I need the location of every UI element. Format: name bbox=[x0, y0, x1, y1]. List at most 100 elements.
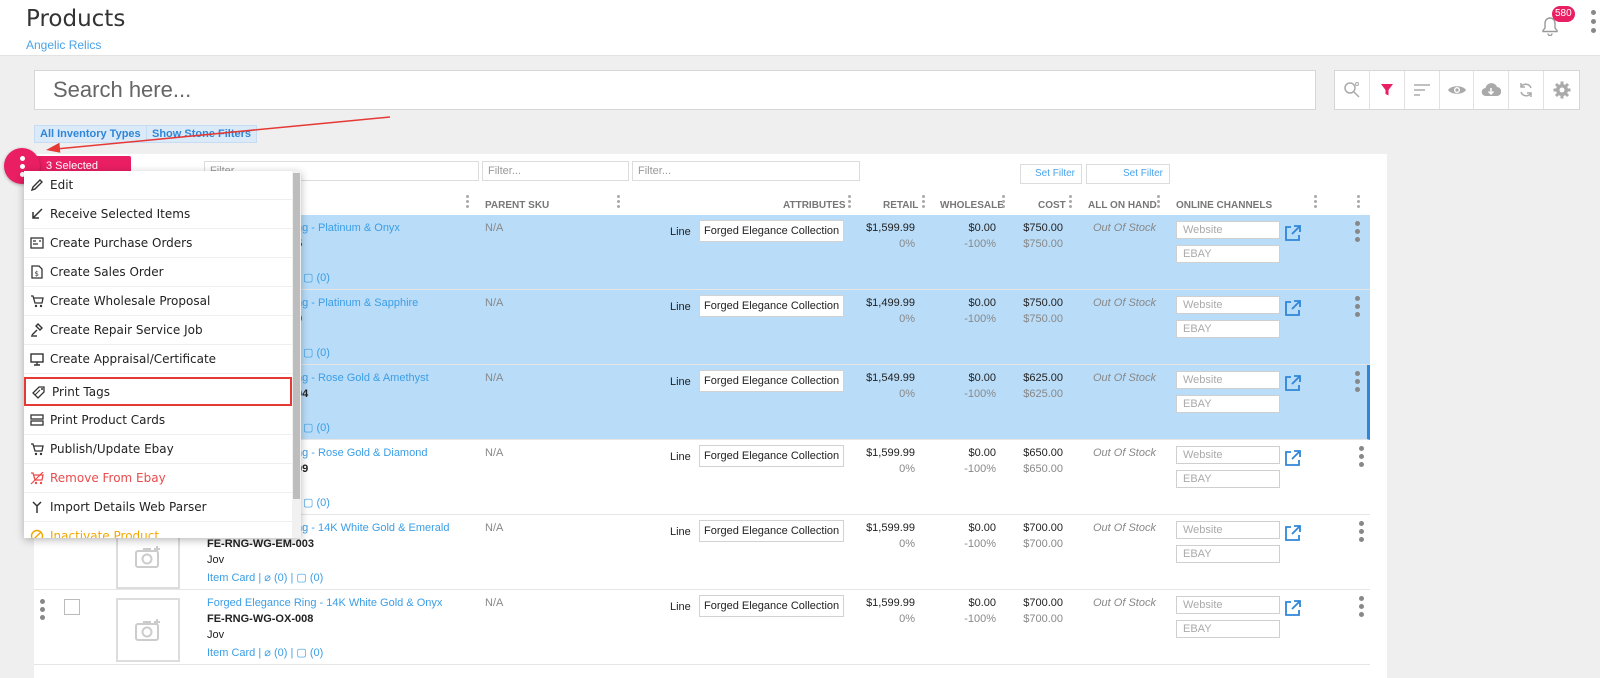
menu-item-repair-job[interactable]: Create Repair Service Job bbox=[24, 316, 292, 345]
col-online-channels[interactable]: ONLINE CHANNELS bbox=[1176, 200, 1272, 211]
col-all-on-hand[interactable]: ALL ON HAND bbox=[1088, 200, 1157, 211]
col-attributes[interactable]: ATTRIBUTES bbox=[783, 200, 846, 211]
menu-item-inactivate[interactable]: Inactivate Product bbox=[24, 522, 292, 538]
col-retail[interactable]: RETAIL bbox=[883, 200, 918, 211]
website-channel[interactable]: Website bbox=[1176, 446, 1280, 464]
menu-item-edit[interactable]: Edit bbox=[24, 171, 292, 200]
menu-item-publish-ebay[interactable]: Publish/Update Ebay bbox=[24, 435, 292, 464]
product-name-link[interactable]: ng - 14K White Gold & Emerald bbox=[296, 522, 449, 534]
cost-price: $700.00 bbox=[1023, 522, 1063, 534]
cost-price-avg: $650.00 bbox=[1023, 463, 1063, 475]
menu-item-appraisal[interactable]: Create Appraisal/Certificate bbox=[24, 345, 292, 374]
website-channel[interactable]: Website bbox=[1176, 596, 1280, 614]
menu-item-wholesale-proposal[interactable]: Create Wholesale Proposal bbox=[24, 287, 292, 316]
comments-link[interactable]: ▢ (0) bbox=[303, 496, 330, 509]
row-actions-icon[interactable] bbox=[1359, 596, 1364, 620]
external-link-icon[interactable] bbox=[1284, 524, 1302, 542]
external-link-icon[interactable] bbox=[1284, 224, 1302, 242]
attribute-label: Line bbox=[670, 526, 691, 538]
col-wholesale[interactable]: WHOLESALE bbox=[940, 200, 1004, 211]
row-actions-icon[interactable] bbox=[1359, 521, 1364, 545]
comments-link[interactable]: ▢ (0) bbox=[303, 421, 330, 434]
cost-set-filter[interactable]: Set Filter bbox=[1086, 164, 1170, 184]
external-link-icon[interactable] bbox=[1284, 374, 1302, 392]
cloud-download-icon[interactable] bbox=[1474, 71, 1510, 109]
tags-icon bbox=[26, 385, 52, 399]
column-resize-handle[interactable] bbox=[1157, 195, 1160, 209]
menu-scrollbar[interactable] bbox=[292, 171, 301, 538]
column-resize-handle[interactable] bbox=[1069, 195, 1072, 209]
ebay-channel[interactable]: EBAY bbox=[1176, 620, 1280, 638]
parent-sku-filter-input[interactable]: Filter... bbox=[482, 161, 629, 181]
website-channel[interactable]: Website bbox=[1176, 221, 1280, 239]
wholesale-price: $0.00 bbox=[968, 372, 996, 384]
menu-item-print-tags[interactable]: Print Tags bbox=[24, 377, 292, 406]
row-actions-icon[interactable] bbox=[1359, 446, 1364, 470]
column-resize-handle[interactable] bbox=[617, 195, 620, 209]
purchase-order-icon bbox=[24, 237, 50, 249]
website-channel[interactable]: Website bbox=[1176, 296, 1280, 314]
website-channel[interactable]: Website bbox=[1176, 371, 1280, 389]
comments-link[interactable]: ▢ (0) bbox=[303, 346, 330, 359]
wholesale-margin: -100% bbox=[964, 313, 996, 325]
column-resize-handle[interactable] bbox=[1314, 195, 1317, 209]
menu-item-purchase-orders[interactable]: Create Purchase Orders bbox=[24, 229, 292, 258]
column-resize-handle[interactable] bbox=[922, 195, 925, 209]
settings-gear-icon[interactable] bbox=[1544, 71, 1579, 109]
col-parent-sku[interactable]: PARENT SKU bbox=[485, 200, 549, 211]
pencil-icon bbox=[24, 178, 50, 192]
filter-icon[interactable] bbox=[1370, 71, 1405, 109]
menu-item-product-cards[interactable]: Print Product Cards bbox=[24, 406, 292, 435]
product-name-link[interactable]: ng - Rose Gold & Diamond bbox=[296, 447, 427, 459]
external-link-icon[interactable] bbox=[1284, 299, 1302, 317]
row-actions-icon[interactable] bbox=[1355, 296, 1360, 320]
item-card-links[interactable]: Item Card | ⌀ (0) | ▢ (0) bbox=[207, 571, 323, 584]
row-actions-icon[interactable] bbox=[1355, 221, 1360, 245]
retail-price: $1,599.99 bbox=[866, 597, 915, 609]
refresh-icon[interactable] bbox=[1509, 71, 1545, 109]
wholesale-margin: -100% bbox=[964, 388, 996, 400]
row-actions-icon[interactable] bbox=[1355, 371, 1360, 395]
column-resize-handle[interactable] bbox=[1357, 195, 1360, 209]
advanced-search-icon[interactable] bbox=[1335, 71, 1370, 109]
menu-item-remove-ebay[interactable]: Remove From Ebay bbox=[24, 464, 292, 493]
external-link-icon[interactable] bbox=[1284, 449, 1302, 467]
product-name-link[interactable]: ng - Platinum & Onyx bbox=[296, 222, 400, 234]
column-resize-handle[interactable] bbox=[1002, 195, 1005, 209]
website-channel[interactable]: Website bbox=[1176, 521, 1280, 539]
external-link-icon[interactable] bbox=[1284, 599, 1302, 617]
column-resize-handle[interactable] bbox=[848, 195, 851, 209]
menu-scrollbar-thumb[interactable] bbox=[293, 173, 300, 499]
menu-item-receive[interactable]: Receive Selected Items bbox=[24, 200, 292, 229]
more-options-icon[interactable] bbox=[1590, 10, 1596, 40]
product-image-placeholder[interactable] bbox=[116, 598, 180, 662]
column-resize-handle[interactable] bbox=[466, 195, 469, 209]
product-name-link[interactable]: Forged Elegance Ring - 14K White Gold & … bbox=[207, 597, 442, 609]
product-name-link[interactable]: ng - Rose Gold & Amethyst bbox=[296, 372, 429, 384]
on-hand-status: Out Of Stock bbox=[1093, 372, 1156, 384]
menu-item-sales-order[interactable]: $ Create Sales Order bbox=[24, 258, 292, 287]
arrow-down-left-icon bbox=[24, 208, 50, 220]
comments-link[interactable]: ▢ (0) bbox=[303, 271, 330, 284]
on-hand-status: Out Of Stock bbox=[1093, 522, 1156, 534]
col-cost[interactable]: COST bbox=[1038, 200, 1066, 211]
wholesale-margin: -100% bbox=[964, 538, 996, 550]
attributes-filter-input[interactable]: Filter... bbox=[632, 161, 860, 181]
wholesale-set-filter[interactable]: Set Filter bbox=[1020, 164, 1082, 184]
ebay-channel[interactable]: EBAY bbox=[1176, 320, 1280, 338]
eye-icon[interactable] bbox=[1440, 71, 1475, 109]
row-checkbox[interactable] bbox=[64, 599, 80, 615]
ebay-channel[interactable]: EBAY bbox=[1176, 545, 1280, 563]
ebay-channel[interactable]: EBAY bbox=[1176, 245, 1280, 263]
on-hand-status: Out Of Stock bbox=[1093, 297, 1156, 309]
sort-icon[interactable] bbox=[1405, 71, 1440, 109]
item-card-links[interactable]: Item Card | ⌀ (0) | ▢ (0) bbox=[207, 646, 323, 659]
comment-icon: ▢ bbox=[303, 422, 314, 434]
cost-price: $625.00 bbox=[1023, 372, 1063, 384]
ebay-channel[interactable]: EBAY bbox=[1176, 395, 1280, 413]
attribute-label: Line bbox=[670, 226, 691, 238]
menu-item-web-parser[interactable]: Import Details Web Parser bbox=[24, 493, 292, 522]
ebay-channel[interactable]: EBAY bbox=[1176, 470, 1280, 488]
product-name-link[interactable]: ng - Platinum & Sapphire bbox=[296, 297, 418, 309]
row-drag-handle-icon[interactable] bbox=[40, 599, 45, 623]
